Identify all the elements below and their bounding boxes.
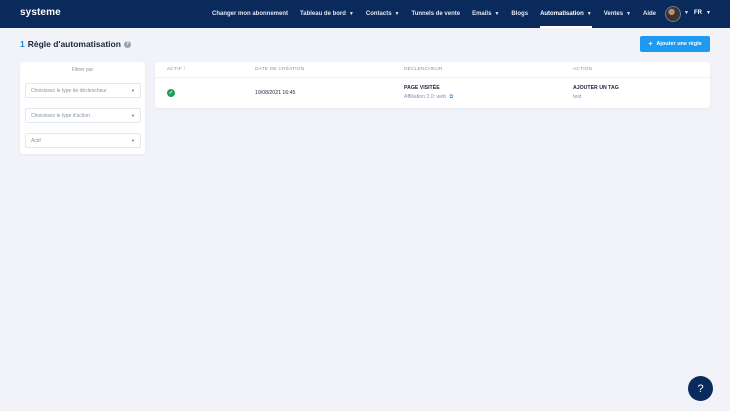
status-select[interactable]: Actif ▼ xyxy=(25,133,141,148)
plus-icon: + xyxy=(648,40,653,48)
trigger-type-placeholder: Choisissez le type de déclencheur xyxy=(31,87,107,94)
status-placeholder: Actif xyxy=(31,137,41,144)
nav-item-contacts[interactable]: Contacts ▼ xyxy=(366,0,400,28)
action-type-select[interactable]: Choisissez le type d'action ▼ xyxy=(25,108,141,123)
header-divider xyxy=(155,77,710,78)
action-type-placeholder: Choisissez le type d'action xyxy=(31,112,90,119)
page-title: 1 Règle d'automatisation ? xyxy=(20,39,131,49)
chevron-down-icon: ▼ xyxy=(706,10,711,16)
chevron-down-icon[interactable]: ▼ xyxy=(684,10,689,16)
nav-item-label: Aide xyxy=(643,11,657,17)
chevron-down-icon: ▼ xyxy=(394,11,400,17)
nav-item-aide[interactable]: Aide xyxy=(643,0,656,28)
nav-item-label: Changer mon abonnement xyxy=(212,11,289,17)
nav-item-label: Tunnels de vente xyxy=(411,11,461,17)
check-circle-icon: ✓ xyxy=(167,89,175,97)
help-chat-button[interactable]: ? xyxy=(688,376,713,401)
question-circle-icon[interactable]: ? xyxy=(123,40,131,48)
nav-item-tableau-de-bord[interactable]: Tableau de bord ▼ xyxy=(300,0,354,28)
add-rule-button[interactable]: + Ajouter une règle xyxy=(640,36,710,52)
top-nav-bar: systeme Changer mon abonnement Tableau d… xyxy=(0,0,730,28)
rules-table: Actif ↑ Date de création Déclencheur Act… xyxy=(155,62,710,108)
caret-down-icon: ▼ xyxy=(131,138,135,143)
chevron-down-icon: ▼ xyxy=(586,11,592,17)
main-nav: Changer mon abonnement Tableau de bord ▼… xyxy=(212,0,668,28)
nav-item-label: Tableau de bord xyxy=(300,11,346,17)
column-header-created-date[interactable]: Date de création xyxy=(255,67,304,72)
nav-item-label: Ventes xyxy=(603,11,624,17)
chevron-down-icon: ▼ xyxy=(494,11,500,17)
page-title-text: Règle d'automatisation xyxy=(27,39,121,49)
question-mark-icon: ? xyxy=(697,382,704,395)
trigger-type-select[interactable]: Choisissez le type de déclencheur ▼ xyxy=(25,83,141,98)
filter-title: Filtrer par xyxy=(71,67,94,73)
nav-item-ventes[interactable]: Ventes ▼ xyxy=(604,0,631,28)
column-header-action: Action xyxy=(573,67,593,72)
nav-item-emails[interactable]: Emails ▼ xyxy=(472,0,499,28)
nav-item-blogs[interactable]: Blogs xyxy=(511,0,528,28)
nav-item-abonnement[interactable]: Changer mon abonnement xyxy=(212,0,288,28)
language-label: FR xyxy=(694,10,702,16)
filter-panel: Filtrer par Choisissez le type de déclen… xyxy=(20,62,145,154)
nav-item-label: Automatisation xyxy=(540,11,584,17)
trigger-detail-text: Affiliation 2.0: web xyxy=(404,94,447,100)
nav-item-label: Emails xyxy=(472,11,492,17)
language-selector[interactable]: FR ▼ xyxy=(694,10,711,16)
trigger-title-cell: PAGE VISITÉE xyxy=(404,85,440,91)
chevron-down-icon: ▼ xyxy=(348,11,354,17)
caret-down-icon: ▼ xyxy=(131,88,135,93)
trigger-detail-cell[interactable]: Affiliation 2.0: web ⧉ xyxy=(404,94,453,100)
column-header-active[interactable]: Actif ↑ xyxy=(167,67,186,72)
created-date-cell: 19/08/2021 16:45 xyxy=(255,90,296,96)
action-detail-cell: test xyxy=(573,94,582,100)
user-avatar[interactable] xyxy=(665,6,681,22)
rule-count: 1 xyxy=(20,39,25,49)
caret-down-icon: ▼ xyxy=(131,113,135,118)
chevron-down-icon: ▼ xyxy=(626,11,631,17)
systeme-logo[interactable]: systeme xyxy=(20,7,61,18)
add-rule-button-label: Ajouter une règle xyxy=(656,41,702,47)
nav-item-tunnels-de-vente[interactable]: Tunnels de vente xyxy=(412,0,461,28)
nav-item-automatisation[interactable]: Automatisation ▼ xyxy=(540,0,592,28)
nav-item-label: Blogs xyxy=(511,11,529,17)
nav-item-label: Contacts xyxy=(365,11,392,17)
external-link-icon[interactable]: ⧉ xyxy=(449,94,453,100)
column-header-trigger: Déclencheur xyxy=(404,67,443,72)
action-title-cell: AJOUTER UN TAG xyxy=(573,85,619,91)
